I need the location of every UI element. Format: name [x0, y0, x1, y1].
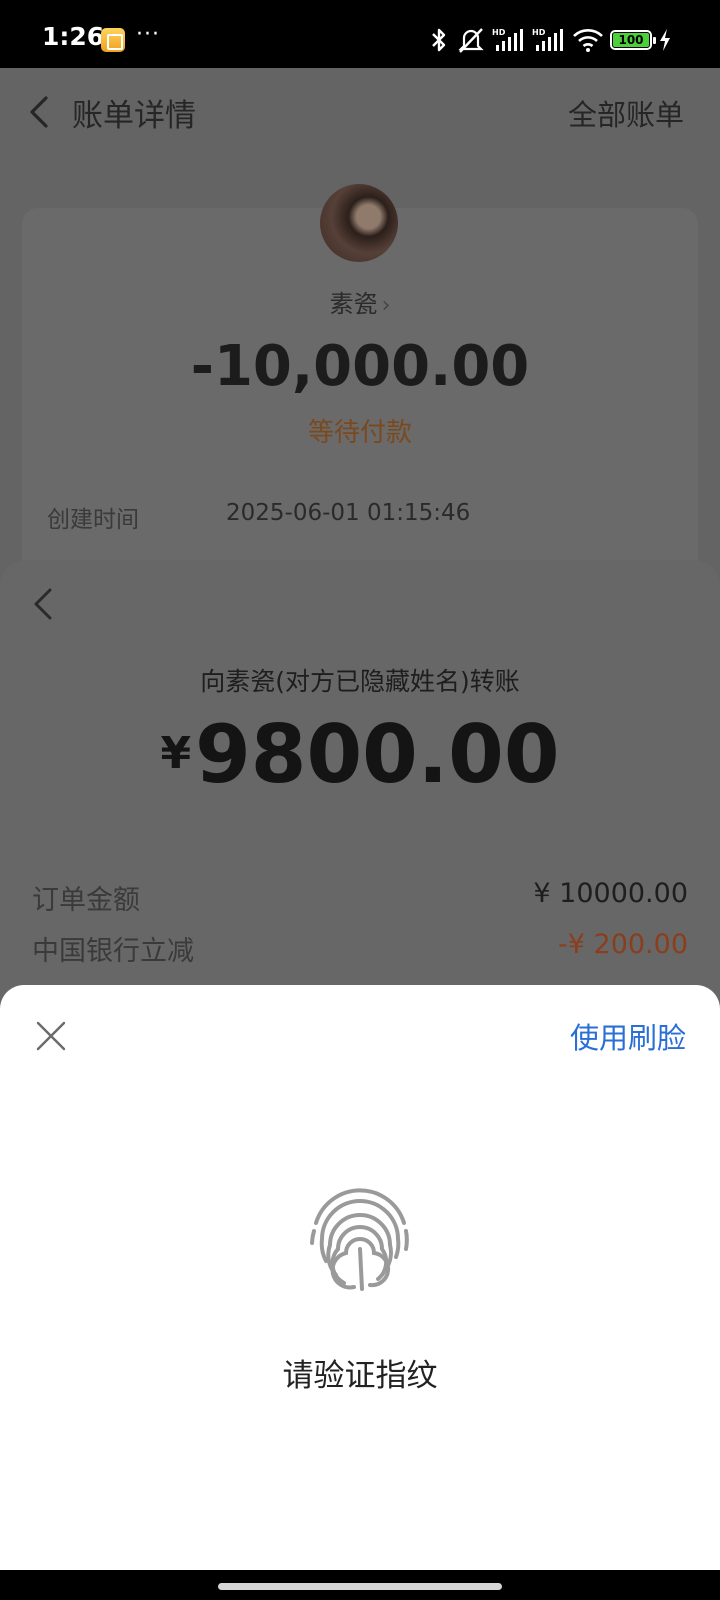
back-arrow-icon[interactable] — [26, 582, 60, 626]
created-time-label: 创建时间 — [47, 507, 139, 533]
hd-signal-icon: HD — [532, 28, 563, 51]
bluetooth-icon — [432, 28, 446, 52]
battery-level: 100 — [613, 33, 649, 47]
currency-symbol: ¥ — [160, 728, 192, 779]
payment-amount-value: 9800.00 — [195, 708, 560, 801]
svg-text:HD: HD — [492, 28, 506, 37]
hd-signal-icon: HD — [492, 28, 523, 51]
mute-icon — [458, 28, 484, 53]
detail-label: 订单金额 — [32, 885, 140, 916]
payee-row[interactable]: 素瓷 › — [0, 284, 720, 319]
bill-status: 等待付款 — [307, 418, 412, 448]
use-face-id-button[interactable]: 使用刷脸 — [570, 1015, 686, 1057]
all-bills-link[interactable]: 全部账单 — [568, 92, 684, 134]
status-time: 1:26 — [42, 22, 105, 51]
status-icons: HD HD 100 — [428, 26, 672, 54]
payee-name: 素瓷 — [329, 290, 378, 318]
created-time-value: 2025-06-01 01:15:46 — [226, 500, 471, 526]
status-bar: 1:26 ··· HD HD 100 — [0, 0, 720, 68]
detail-value: ¥ 10000.00 — [533, 878, 688, 909]
notification-app-icon — [101, 28, 125, 52]
close-icon[interactable] — [34, 1019, 68, 1053]
detail-label: 中国银行立减 — [32, 936, 194, 967]
back-arrow-icon[interactable] — [20, 90, 60, 134]
page-title: 账单详情 — [72, 98, 196, 134]
charging-icon — [660, 29, 670, 51]
transfer-description: 向素瓷(对方已隐藏姓名)转账 — [200, 667, 520, 696]
payment-amount: ¥9800.00 — [0, 708, 720, 801]
bill-amount: -10,000.00 — [190, 334, 530, 399]
more-notifications-icon: ··· — [136, 22, 160, 47]
chevron-right-icon: › — [381, 293, 391, 318]
fingerprint-icon[interactable] — [306, 1183, 414, 1293]
avatar[interactable] — [320, 184, 398, 262]
wifi-icon — [573, 29, 603, 52]
discount-row: 中国银行立减 -¥ 200.00 — [32, 929, 688, 967]
svg-text:HD: HD — [532, 28, 546, 37]
order-amount-row: 订单金额 ¥ 10000.00 — [32, 878, 688, 916]
battery-icon: 100 — [610, 30, 656, 50]
detail-value: -¥ 200.00 — [558, 929, 688, 960]
fingerprint-sheet: 使用刷脸 请验证指纹 — [0, 985, 720, 1570]
verify-fingerprint-prompt: 请验证指纹 — [282, 1358, 438, 1394]
home-indicator[interactable] — [218, 1583, 502, 1590]
